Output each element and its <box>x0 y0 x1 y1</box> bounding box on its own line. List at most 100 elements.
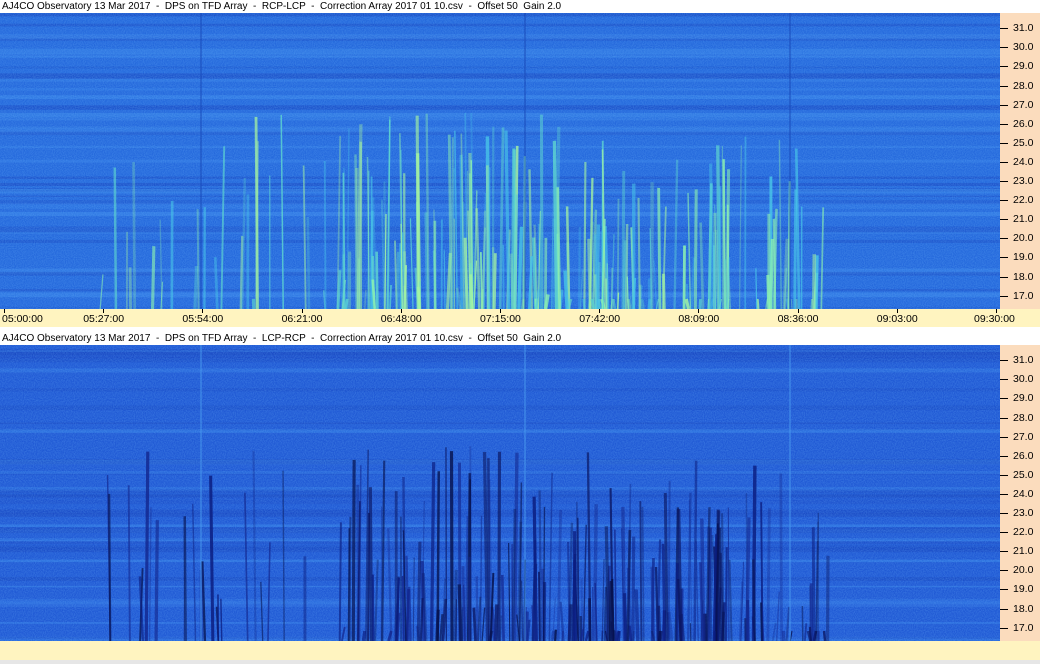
burst-streak <box>657 187 662 309</box>
y-tick-mark <box>1000 436 1008 438</box>
burst-streak <box>617 292 620 309</box>
burst-streak <box>583 161 587 309</box>
y-tick-mark <box>1000 161 1008 163</box>
burst-streak <box>594 224 601 309</box>
burst-streak <box>561 630 564 641</box>
y-tick-mark <box>1000 398 1008 400</box>
panel-1-spectrogram <box>0 13 1000 309</box>
burst-streak <box>475 576 479 641</box>
y-tick-mark <box>1000 47 1008 49</box>
y-tick-label: 22.0 <box>1013 194 1034 207</box>
burst-streak <box>684 298 690 309</box>
burst-streak <box>616 198 620 309</box>
burst-streak <box>338 522 342 641</box>
burst-streak <box>447 134 453 309</box>
burst-streak <box>361 630 367 641</box>
y-tick-mark <box>1000 570 1008 572</box>
burst-streak <box>144 451 150 641</box>
burst-streak <box>779 473 783 641</box>
panel-2-title: AJ4CO Observatory 13 Mar 2017 - DPS on T… <box>0 332 1002 345</box>
burst-streak <box>793 189 798 309</box>
burst-streak <box>127 485 131 641</box>
status-strip <box>0 660 1040 664</box>
y-tick-label: 29.0 <box>1013 60 1034 73</box>
y-tick-label: 20.0 <box>1013 564 1034 577</box>
burst-streak <box>790 298 793 309</box>
y-tick-label: 30.0 <box>1013 41 1034 54</box>
y-tick-label: 30.0 <box>1013 373 1034 386</box>
y-tick-label: 23.0 <box>1013 507 1034 520</box>
burst-streak <box>401 575 405 641</box>
y-tick-label: 26.0 <box>1013 449 1034 462</box>
x-tick-label: 07:15:00 <box>480 313 521 325</box>
burst-streak <box>639 298 646 309</box>
burst-streak <box>543 506 546 641</box>
y-tick-label: 21.0 <box>1013 213 1034 226</box>
x-tick-label: 09:30:00 <box>974 313 1015 325</box>
burst-streak <box>389 284 392 309</box>
burst-streak <box>603 586 607 641</box>
burst-streak <box>497 451 502 641</box>
burst-streak <box>193 266 199 309</box>
burst-streak <box>661 543 666 641</box>
y-tick-mark <box>1000 123 1008 125</box>
spectrogram-2-svg <box>0 345 1000 641</box>
y-tick-label: 20.0 <box>1013 232 1034 245</box>
burst-streak <box>811 527 816 641</box>
burst-streak <box>550 218 556 309</box>
burst-streak <box>493 604 499 641</box>
burst-streak <box>698 298 702 309</box>
burst-streak <box>429 591 433 641</box>
y-tick-mark <box>1000 276 1008 278</box>
burst-streak <box>639 501 643 641</box>
burst-streak <box>108 493 112 641</box>
spectrogram-1-svg <box>0 13 1000 309</box>
y-tick-label: 24.0 <box>1013 155 1034 168</box>
burst-streak <box>631 536 636 641</box>
burst-streak <box>499 615 503 641</box>
y-tick-mark <box>1000 181 1008 183</box>
burst-streak <box>492 253 497 309</box>
burst-streak <box>367 512 371 641</box>
burst-streak <box>347 528 351 641</box>
burst-streak <box>520 580 524 641</box>
burst-streak <box>220 598 223 641</box>
burst-streak <box>810 298 813 309</box>
burst-streak <box>709 163 715 309</box>
burst-streak <box>538 571 541 641</box>
burst-streak <box>808 626 813 641</box>
y-tick-label: 25.0 <box>1013 468 1034 481</box>
burst-streak <box>491 247 495 309</box>
burst-streak <box>255 141 259 309</box>
y-tick-label: 29.0 <box>1013 392 1034 405</box>
time-axis-empty <box>0 641 1040 660</box>
burst-streak <box>756 298 760 309</box>
y-tick-mark <box>1000 474 1008 476</box>
x-tick-label: 05:54:00 <box>182 313 224 325</box>
panel-1-frequency-axis: 31.0 30.0 29.0 28.0 27.0 26.0 25.0 24.0 23.0 22.0… <box>1000 13 1040 309</box>
y-tick-label: 26.0 <box>1013 117 1034 130</box>
y-tick-mark <box>1000 219 1008 221</box>
burst-streak <box>693 460 698 641</box>
x-tick-label: 06:48:00 <box>380 313 422 325</box>
y-tick-label: 19.0 <box>1013 251 1034 264</box>
burst-streak <box>766 508 771 641</box>
y-tick-label: 27.0 <box>1013 430 1034 443</box>
burst-streak <box>606 263 608 309</box>
y-tick-mark <box>1000 66 1008 68</box>
burst-streak <box>342 172 346 309</box>
panel-2-frequency-axis: 31.0 30.0 29.0 28.0 27.0 26.0 25.0 24.0 23.0 22.0… <box>1000 345 1040 641</box>
y-tick-mark <box>1000 238 1008 240</box>
x-tick-label: 05:27:00 <box>83 313 125 325</box>
burst-streak <box>693 189 698 309</box>
burst-streak <box>727 507 730 641</box>
burst-streak <box>154 520 159 641</box>
burst-streak <box>150 246 156 309</box>
burst-streak <box>351 459 356 641</box>
burst-streak <box>355 167 361 309</box>
burst-streak <box>472 607 477 641</box>
burst-streak <box>582 298 586 309</box>
y-tick-mark <box>1000 379 1008 381</box>
burst-streak <box>113 167 118 309</box>
burst-streak <box>552 140 559 309</box>
